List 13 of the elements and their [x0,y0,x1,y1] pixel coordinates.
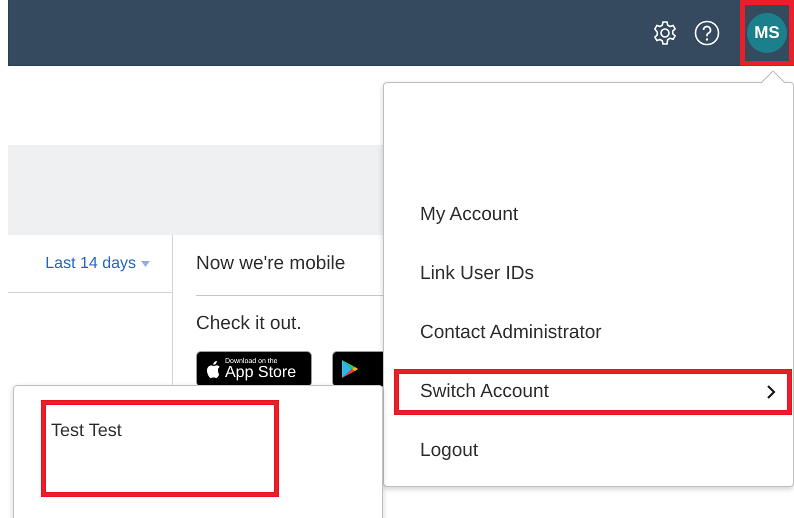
date-range-dropdown[interactable]: Last 14 days [45,254,136,272]
menu-item[interactable]: Contact Administrator [420,322,602,344]
play-icon [341,359,359,379]
settings-icon[interactable] [652,20,678,46]
menu-item[interactable]: My Account [420,204,518,226]
menu-item[interactable]: Logout [420,440,478,462]
help-icon[interactable] [694,20,720,46]
user-avatar[interactable]: MS [747,13,787,53]
badge-store-name: App Store [225,364,296,380]
caret-icon [141,260,150,266]
menu-item[interactable]: Switch Account [420,381,549,403]
apple-icon [205,360,221,378]
account-entry[interactable]: Test Test [51,420,122,440]
